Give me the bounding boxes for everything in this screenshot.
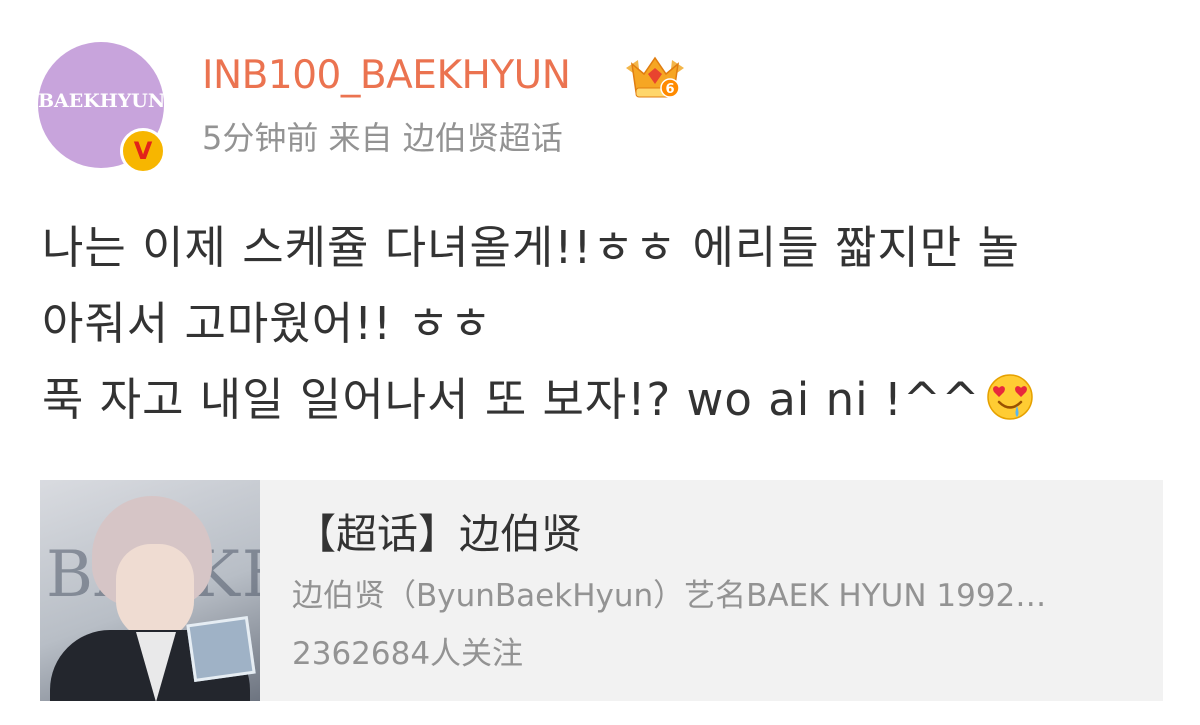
content-line: 나는 이제 스케쥴 다녀올게!!ㅎㅎ 에리들 짧지만 놀 — [42, 221, 1020, 274]
heart-eyes-drooling-emoji — [987, 374, 1034, 420]
thumbnail-figure-face — [116, 544, 194, 640]
thumbnail-photo-card — [186, 615, 256, 683]
verified-v-icon: V — [120, 128, 166, 174]
from-label: 来自 — [328, 119, 393, 157]
content-line-text: 푹 자고 내일 일어나서 또 보자!? wo ai ni !^^ — [42, 373, 981, 426]
content-line: 푹 자고 내일 일어나서 또 보자!? wo ai ni !^^ — [42, 362, 1162, 438]
post-content: 나는 이제 스케쥴 다녀올게!!ㅎㅎ 에리들 짧지만 놀 아줘서 고마웠어!! … — [42, 210, 1162, 438]
baekhyun-photo: BAEKHYUN — [40, 480, 260, 701]
post-time: 5分钟前 — [202, 119, 319, 157]
post-meta: 5分钟前 来自 边伯贤超话 — [202, 118, 563, 158]
verified-v-text: V — [133, 137, 153, 165]
content-line: 아줘서 고마웠어!! ㅎㅎ — [42, 297, 493, 350]
topic-card[interactable]: BAEKHYUN 【超话】边伯贤 边伯贤（ByunBaekHyun）艺名BAEK… — [40, 480, 1163, 701]
card-description: 边伯贤（ByunBaekHyun）艺名BAEK HYUN 1992… — [292, 578, 1047, 614]
card-title: 【超话】边伯贤 — [295, 510, 582, 558]
post-source-link[interactable]: 边伯贤超话 — [403, 119, 563, 157]
avatar-logo: BAEKHYUN — [38, 90, 164, 112]
card-followers: 2362684人关注 — [292, 636, 524, 672]
weibo-post: BAEKHYUN V INB100_BAEKHYUN 6 5分钟前 来自 边伯贤… — [0, 0, 1200, 725]
username[interactable]: INB100_BAEKHYUN — [202, 52, 571, 100]
crown-level-number: 6 — [665, 82, 674, 97]
crown-level-icon[interactable]: 6 — [624, 54, 686, 100]
